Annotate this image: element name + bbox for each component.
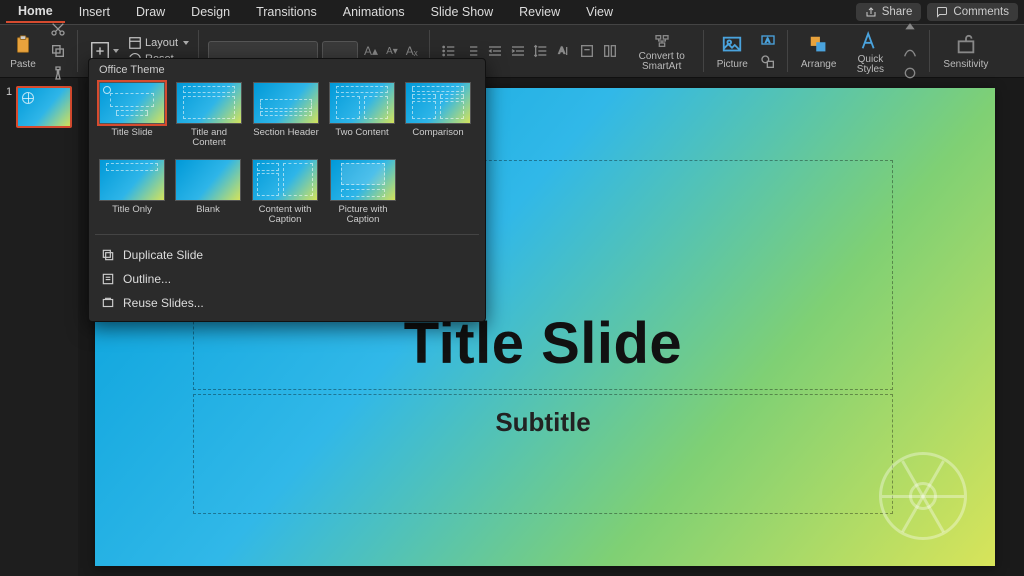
- outline-menuitem[interactable]: Outline...: [89, 267, 485, 291]
- layout-comparison[interactable]: Comparison: [405, 82, 471, 149]
- quick-styles-button[interactable]: [857, 28, 883, 54]
- tab-transitions[interactable]: Transitions: [244, 2, 329, 22]
- duplicate-icon: [101, 248, 115, 262]
- tab-draw[interactable]: Draw: [124, 2, 177, 22]
- picture-label: Picture: [717, 59, 748, 70]
- shapes-button[interactable]: [758, 52, 778, 72]
- align-text-button[interactable]: [577, 41, 597, 61]
- comments-button[interactable]: Comments: [927, 3, 1018, 21]
- layout-section-header[interactable]: Section Header: [253, 82, 319, 149]
- quick-styles-label: Quick Styles: [850, 55, 890, 75]
- slide-subtitle: Subtitle: [495, 407, 590, 438]
- sensitivity-label: Sensitivity: [943, 59, 988, 70]
- slide-thumbnails: 1: [0, 78, 78, 576]
- arrange-button[interactable]: [806, 32, 832, 58]
- reuse-icon: [101, 296, 115, 310]
- sensitivity-button[interactable]: [953, 32, 979, 58]
- outline-icon: [101, 272, 115, 286]
- tab-view[interactable]: View: [574, 2, 625, 22]
- clipboard-group: Paste: [6, 25, 40, 77]
- decrease-font-button[interactable]: A▾: [384, 44, 400, 59]
- svg-text:A: A: [765, 38, 770, 45]
- paste-button[interactable]: [10, 32, 36, 58]
- indent-button[interactable]: [508, 41, 528, 61]
- svg-text:A: A: [558, 46, 565, 56]
- picture-button[interactable]: [719, 32, 745, 58]
- slide-decoration-icon: [879, 452, 967, 540]
- convert-label: Convert to SmartArt: [634, 52, 690, 72]
- text-direction-button[interactable]: A: [554, 41, 574, 61]
- line-spacing-button[interactable]: [531, 41, 551, 61]
- duplicate-slide-menuitem[interactable]: Duplicate Slide: [89, 243, 485, 267]
- cut-button[interactable]: [48, 19, 68, 39]
- layout-picture-caption[interactable]: Picture with Caption: [329, 159, 397, 226]
- gallery-theme-label: Office Theme: [89, 59, 485, 82]
- tab-design[interactable]: Design: [179, 2, 242, 22]
- shape-effects-button[interactable]: [900, 63, 920, 83]
- layout-title-content[interactable]: Title and Content: [175, 82, 243, 149]
- tab-animations[interactable]: Animations: [331, 2, 417, 22]
- slide-thumbnail-1[interactable]: [16, 86, 72, 128]
- arrange-label: Arrange: [801, 59, 837, 70]
- share-label: Share: [882, 6, 913, 18]
- format-painter-button[interactable]: [48, 63, 68, 83]
- comments-label: Comments: [953, 6, 1009, 18]
- reuse-slides-menuitem[interactable]: Reuse Slides...: [89, 291, 485, 315]
- subtitle-placeholder[interactable]: Subtitle: [193, 394, 893, 514]
- layout-button[interactable]: Layout: [128, 36, 189, 50]
- tab-slideshow[interactable]: Slide Show: [419, 2, 506, 22]
- layout-gallery: Office Theme Title Slide Title and Conte…: [88, 58, 486, 322]
- layout-title-only[interactable]: Title Only: [99, 159, 165, 226]
- shape-outline-button[interactable]: [900, 41, 920, 61]
- textbox-button[interactable]: A: [758, 30, 778, 50]
- columns-button[interactable]: [600, 41, 620, 61]
- paste-label: Paste: [10, 59, 36, 70]
- convert-smartart-button[interactable]: [652, 31, 672, 51]
- layout-title-slide[interactable]: Title Slide: [99, 82, 165, 149]
- layout-two-content[interactable]: Two Content: [329, 82, 395, 149]
- thumb-number: 1: [6, 86, 12, 128]
- shape-fill-button[interactable]: [900, 19, 920, 39]
- tab-review[interactable]: Review: [507, 2, 572, 22]
- comment-icon: [936, 6, 948, 18]
- outdent-button[interactable]: [485, 41, 505, 61]
- share-icon: [865, 6, 877, 18]
- layout-content-caption[interactable]: Content with Caption: [251, 159, 319, 226]
- ribbon-tabs: Home Insert Draw Design Transitions Anim…: [0, 0, 1024, 24]
- tab-insert[interactable]: Insert: [67, 2, 122, 22]
- copy-button[interactable]: [48, 41, 68, 61]
- layout-blank[interactable]: Blank: [175, 159, 241, 226]
